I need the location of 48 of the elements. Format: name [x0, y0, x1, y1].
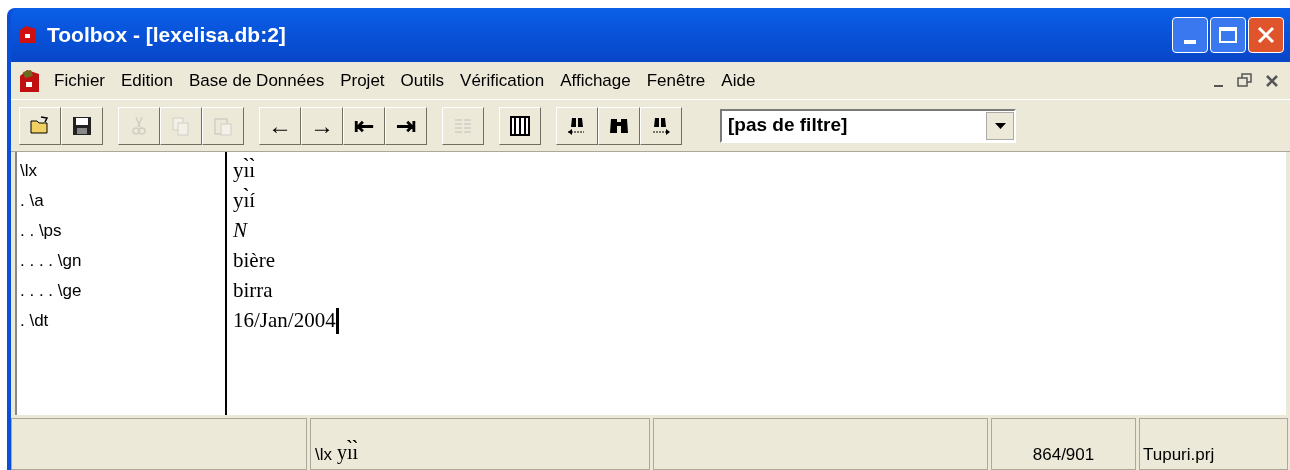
- minimize-icon: [1184, 40, 1196, 44]
- navigation-button[interactable]: →: [301, 106, 343, 145]
- menu-item[interactable]: Fenêtre: [638, 67, 714, 94]
- navigation-button[interactable]: ⇥: [385, 106, 427, 145]
- navigation-button[interactable]: ⇤: [343, 106, 385, 145]
- status-text: yı̀̀ı̀̀: [337, 439, 359, 466]
- copy-icon: [170, 114, 192, 137]
- field-marker: \lx: [20, 160, 38, 182]
- columns-icon: [509, 114, 531, 137]
- menu-item[interactable]: Outils: [392, 67, 453, 94]
- field-value[interactable]: bière: [233, 245, 275, 277]
- dropdown-arrow-icon: [994, 122, 1006, 129]
- toolbar-button[interactable]: [598, 106, 640, 145]
- minimize-button[interactable]: [1172, 17, 1208, 53]
- toolbar-button[interactable]: [499, 106, 541, 145]
- filter-dropdown[interactable]: [pas de filtre]: [720, 108, 1016, 143]
- field-marker: . . . . \ge: [20, 280, 83, 302]
- menu-item[interactable]: Base de Données: [181, 67, 333, 94]
- menu-item[interactable]: Edition: [113, 67, 181, 94]
- open-folder-icon: [29, 114, 51, 137]
- close-icon: [1257, 26, 1275, 44]
- menu-item[interactable]: Aide: [713, 67, 764, 94]
- toolbar-button[interactable]: [640, 106, 682, 145]
- field-marker: . . . . \gn: [20, 250, 83, 272]
- status-text: Tupuri.prj: [1143, 443, 1215, 466]
- field-value[interactable]: yı̀̀ı̀̀: [233, 155, 256, 187]
- toolbar-button[interactable]: [61, 106, 103, 145]
- maximize-button[interactable]: [1210, 17, 1246, 53]
- field-marker: . . \ps: [20, 220, 63, 242]
- status-text: 864/901: [1032, 443, 1095, 466]
- app-icon[interactable]: [17, 67, 41, 94]
- menu-item[interactable]: Affichage: [552, 67, 639, 94]
- close-button[interactable]: [1248, 17, 1284, 53]
- status-text: \lx: [315, 443, 332, 466]
- maximize-icon: [1219, 27, 1237, 43]
- app-icon: [17, 25, 39, 45]
- navigation-button[interactable]: ←: [259, 106, 301, 145]
- field-value[interactable]: birra: [233, 275, 273, 307]
- field-marker: . \dt: [20, 310, 50, 332]
- menu-item[interactable]: Projet: [332, 67, 393, 94]
- field-value[interactable]: 16/Jan/2004: [233, 305, 336, 337]
- window-title: Toolbox - [lexelisa.db:2]: [47, 22, 286, 49]
- field-value[interactable]: N: [233, 215, 247, 247]
- menu-item[interactable]: Vérification: [452, 67, 553, 94]
- field-value[interactable]: yı̀̀í: [233, 185, 256, 217]
- menu-item[interactable]: Fichier: [46, 67, 113, 94]
- toolbar-button[interactable]: [556, 106, 598, 145]
- field-marker: . \a: [20, 190, 45, 212]
